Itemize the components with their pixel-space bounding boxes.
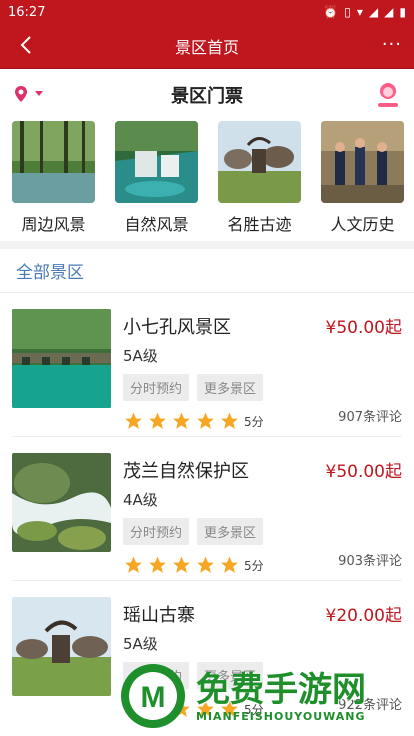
star-icon: [149, 412, 166, 429]
status-icons: ⏰ ▯ ▾ ◢ ◢ ▮: [323, 5, 406, 19]
sub-header: 景区门票: [0, 69, 414, 121]
dropdown-caret-icon: [35, 91, 43, 96]
spot-level: 4A级: [123, 491, 158, 509]
spot-reviews[interactable]: 903条评论: [338, 550, 402, 569]
site-watermark: M 免费手游网 MIANFEISHOUYOUWANG: [118, 656, 408, 736]
battery-icon: ▮: [399, 5, 406, 19]
category-thumb-surrounding: [12, 121, 95, 203]
more-icon[interactable]: ···: [382, 34, 402, 55]
spot-tags: 分时预约 更多景区: [123, 518, 402, 545]
spot-price: ¥20.00起: [325, 606, 402, 626]
vibrate-icon: ▯: [344, 5, 351, 19]
more-spots-tag[interactable]: 更多景区: [197, 374, 264, 401]
star-icon: [125, 556, 142, 573]
spot-item[interactable]: 小七孔风景区 ¥50.00起 5A级 分时预约 更多景区 5分 907条评论: [0, 293, 414, 437]
star-icon: [197, 412, 214, 429]
spot-level: 5A级: [123, 347, 158, 365]
spot-image: [12, 597, 111, 696]
watermark-sub: MIANFEISHOUYOUWANG: [196, 709, 366, 723]
header-title: 景区首页: [174, 38, 239, 57]
spot-info: 茂兰自然保护区 ¥50.00起 4A级 分时预约 更多景区 5分 903条评论: [123, 453, 402, 581]
all-spots-title[interactable]: 全部景区: [0, 249, 414, 293]
category-label: 人文历史: [330, 215, 395, 234]
spot-level: 5A级: [123, 635, 158, 653]
section-divider: [0, 241, 414, 249]
wifi-icon: ▾: [356, 5, 363, 19]
star-icon: [221, 412, 238, 429]
star-rating: [123, 411, 240, 431]
star-icon: [173, 412, 190, 429]
timed-booking-tag[interactable]: 分时预约: [123, 518, 190, 545]
page-title: 景区门票: [171, 86, 243, 107]
timed-booking-tag[interactable]: 分时预约: [123, 374, 190, 401]
category-item[interactable]: 周边风景: [12, 121, 95, 241]
star-icon: [221, 556, 238, 573]
watermark-logo-icon: M: [121, 664, 185, 728]
spot-reviews[interactable]: 907条评论: [338, 406, 402, 425]
location-pin-icon: [15, 86, 27, 102]
spot-tags: 分时预约 更多景区: [123, 374, 402, 401]
category-item[interactable]: 人文历史: [321, 121, 404, 241]
app-header: 景区首页 ···: [0, 24, 414, 69]
star-icon: [125, 412, 142, 429]
back-icon[interactable]: [16, 34, 38, 56]
more-spots-tag[interactable]: 更多景区: [197, 518, 264, 545]
star-icon: [149, 556, 166, 573]
star-icon: [197, 556, 214, 573]
signal-icon: ◢: [368, 5, 379, 19]
star-icon: [173, 556, 190, 573]
spot-info: 小七孔风景区 ¥50.00起 5A级 分时预约 更多景区 5分 907条评论: [123, 309, 402, 437]
spot-price: ¥50.00起: [325, 318, 402, 338]
star-rating: [123, 555, 240, 575]
watermark-main: 免费手游网: [196, 669, 366, 710]
watermark-text: 免费手游网 MIANFEISHOUYOUWANG: [196, 670, 366, 723]
spot-item[interactable]: 茂兰自然保护区 ¥50.00起 4A级 分时预约 更多景区 5分 903条评论: [0, 437, 414, 581]
category-item[interactable]: 名胜古迹: [218, 121, 301, 241]
spot-score: 5分: [244, 414, 264, 429]
user-avatar-icon[interactable]: [376, 81, 400, 109]
spot-image: [12, 453, 111, 552]
spot-price: ¥50.00起: [325, 462, 402, 482]
category-thumb-nature: [115, 121, 198, 203]
svg-text:M: M: [141, 681, 166, 714]
category-row: 周边风景 自然风景 名胜古迹 人文历史: [0, 121, 414, 241]
category-label: 名胜古迹: [227, 215, 292, 234]
category-thumb-historic: [218, 121, 301, 203]
status-time: 16:27: [8, 4, 46, 20]
category-thumb-culture: [321, 121, 404, 203]
category-item[interactable]: 自然风景: [115, 121, 198, 241]
signal2-icon: ◢: [384, 5, 394, 19]
category-label: 自然风景: [124, 215, 189, 234]
location-selector[interactable]: [14, 85, 44, 103]
alarm-icon: ⏰: [323, 5, 339, 19]
spot-score: 5分: [244, 558, 264, 573]
spot-image: [12, 309, 111, 408]
category-label: 周边风景: [21, 215, 86, 234]
status-bar: 16:27 ⏰ ▯ ▾ ◢ ◢ ▮: [0, 0, 414, 24]
